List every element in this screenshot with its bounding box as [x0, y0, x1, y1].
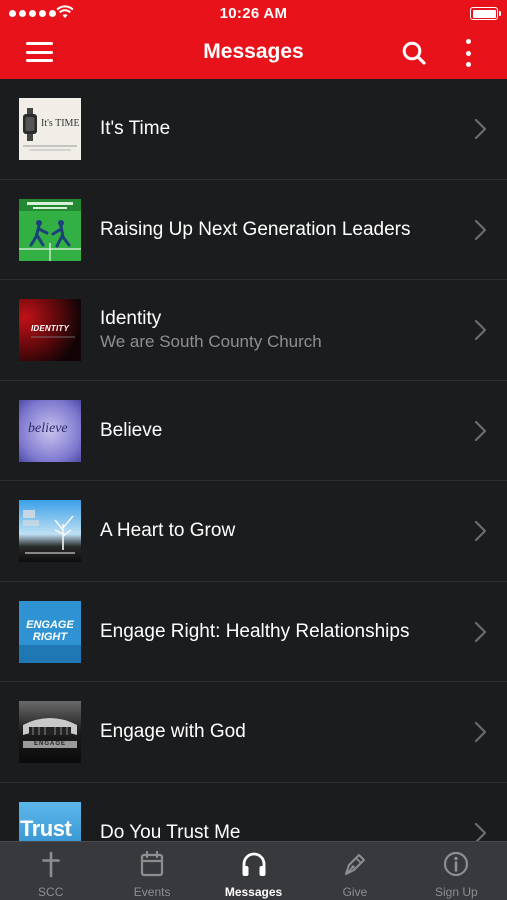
chevron-right-icon	[474, 721, 487, 743]
tab-bar: SCC Events Messages Give Sign Up	[0, 841, 507, 900]
tab-label: SCC	[38, 885, 64, 899]
list-item[interactable]: believe Believe	[0, 381, 507, 481]
page-title: Messages	[203, 40, 304, 63]
list-item[interactable]: It's TIME It's Time	[0, 79, 507, 180]
list-item[interactable]: Raising Up Next Generation Leaders	[0, 180, 507, 280]
thumbnail-text: ENGAGE	[33, 741, 66, 747]
top-bar: 10:26 AM Messages	[0, 0, 507, 79]
message-subtitle: We are South County Church	[100, 332, 322, 351]
thumbnail-text: believe	[28, 420, 68, 436]
message-title: Raising Up Next Generation Leaders	[100, 218, 411, 240]
thumbnail-text: Trust	[20, 815, 72, 841]
list-item[interactable]: ENGAGE Engage with God	[0, 682, 507, 783]
series-thumbnail: It's TIME	[19, 98, 81, 160]
list-item[interactable]: Trust Do You Trust Me	[0, 783, 507, 842]
chevron-right-icon	[474, 319, 487, 341]
cross-icon	[41, 851, 60, 878]
calendar-icon	[141, 850, 164, 877]
series-thumbnail: believe	[19, 399, 81, 462]
list-item[interactable]: ENGAGE RIGHT Engage Right: Healthy Relat…	[0, 582, 507, 682]
series-thumbnail	[19, 500, 81, 562]
thumbnail-text: It's TIME	[41, 118, 80, 129]
tab-give[interactable]: Give	[304, 842, 405, 900]
chevron-right-icon	[474, 118, 487, 140]
message-title: Engage Right: Healthy Relationships	[100, 620, 410, 642]
tab-events[interactable]: Events	[101, 842, 202, 900]
tab-scc[interactable]: SCC	[0, 842, 101, 900]
chevron-right-icon	[474, 621, 487, 642]
series-thumbnail: IDENTITY	[19, 299, 81, 361]
tab-sign-up[interactable]: Sign Up	[406, 842, 507, 900]
message-title: Engage with God	[100, 721, 246, 742]
list-item[interactable]: A Heart to Grow	[0, 481, 507, 582]
series-thumbnail: ENGAGE RIGHT	[19, 600, 81, 663]
battery-icon	[470, 7, 501, 20]
messages-list[interactable]: It's TIME It's Time Raising Up Next Gene…	[0, 79, 507, 841]
message-title: A Heart to Grow	[100, 520, 236, 541]
tab-label: Sign Up	[434, 885, 478, 899]
search-icon[interactable]	[401, 40, 427, 66]
list-item[interactable]: IDENTITY Identity We are South County Ch…	[0, 280, 507, 381]
chevron-right-icon	[474, 520, 487, 542]
pen-icon	[344, 854, 365, 875]
chevron-right-icon	[474, 822, 487, 841]
info-icon	[444, 851, 469, 877]
tab-label: Give	[342, 885, 368, 899]
more-options-button[interactable]	[461, 39, 475, 67]
headphones-icon	[242, 852, 266, 876]
tab-label: Events	[133, 885, 171, 899]
message-title: Identity	[100, 308, 162, 329]
series-thumbnail	[19, 198, 81, 261]
message-title: Believe	[100, 419, 163, 441]
series-thumbnail: Trust	[19, 801, 81, 841]
chevron-right-icon	[474, 420, 487, 441]
status-time: 10:26 AM	[219, 5, 288, 22]
nav-header: Messages	[0, 28, 507, 79]
message-title: Do You Trust Me	[100, 821, 241, 842]
tab-messages[interactable]: Messages	[203, 842, 304, 900]
status-bar: 10:26 AM	[0, 0, 507, 28]
chevron-right-icon	[474, 219, 487, 240]
series-thumbnail: ENGAGE	[19, 701, 81, 763]
tab-label: Messages	[224, 885, 283, 899]
thumbnail-text: IDENTITY	[31, 324, 70, 333]
thumbnail-text: ENGAGE RIGHT	[26, 618, 74, 643]
message-title: It's Time	[100, 118, 171, 139]
